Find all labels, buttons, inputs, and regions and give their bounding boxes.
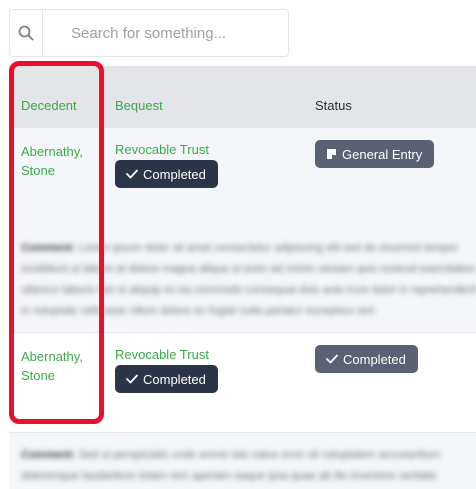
note-icon xyxy=(327,149,336,159)
decedent-link[interactable]: Abernathy, Stone xyxy=(21,347,97,385)
comment-body: Lorem ipsum dolor sit amet consectetur a… xyxy=(21,242,476,317)
status-cell: Completed xyxy=(315,345,418,373)
check-icon xyxy=(326,354,338,364)
bequest-status-badge: Completed xyxy=(115,365,218,393)
bequest-status-label: Completed xyxy=(143,166,206,182)
search-bar xyxy=(9,9,289,57)
table-row: Abernathy, Stone Revocable Trust Complet… xyxy=(9,332,476,432)
comment-body: Sed ut perspiciatis unde omnis iste natu… xyxy=(21,449,441,482)
bequest-status-label: Completed xyxy=(143,371,206,387)
bequest-status-badge: Completed xyxy=(115,160,218,188)
table-header: Decedent Bequest Status xyxy=(9,66,476,128)
search-input[interactable] xyxy=(42,9,289,57)
bequest-cell: Revocable Trust Completed xyxy=(115,142,218,188)
page: Decedent Bequest Status Abernathy, Stone… xyxy=(0,0,476,489)
bequest-type-link[interactable]: Revocable Trust xyxy=(115,347,218,362)
check-icon xyxy=(126,374,138,384)
status-cell: General Entry xyxy=(315,140,435,168)
search-button[interactable] xyxy=(9,9,42,57)
comment-label: Comment: xyxy=(21,242,76,254)
comment-text: Comment: Sed ut perspiciatis unde omnis … xyxy=(21,445,476,485)
status-badge[interactable]: Completed xyxy=(315,345,418,373)
status-badge[interactable]: General Entry xyxy=(315,140,435,168)
decedent-link[interactable]: Abernathy, Stone xyxy=(21,142,97,180)
column-header-bequest[interactable]: Bequest xyxy=(115,98,163,113)
column-header-decedent[interactable]: Decedent xyxy=(21,98,77,113)
status-label: Completed xyxy=(343,351,406,367)
bequest-type-link[interactable]: Revocable Trust xyxy=(115,142,218,157)
bequest-cell: Revocable Trust Completed xyxy=(115,347,218,393)
comment-text: Comment: Lorem ipsum dolor sit amet cons… xyxy=(21,238,476,322)
column-header-status[interactable]: Status xyxy=(315,98,352,113)
search-icon xyxy=(18,25,34,41)
table-row: Abernathy, Stone Revocable Trust Complet… xyxy=(9,128,476,332)
comment-label: Comment: xyxy=(21,449,76,461)
table-row: Comment: Sed ut perspiciatis unde omnis … xyxy=(9,432,476,489)
check-icon xyxy=(126,169,138,179)
status-label: General Entry xyxy=(342,146,423,162)
